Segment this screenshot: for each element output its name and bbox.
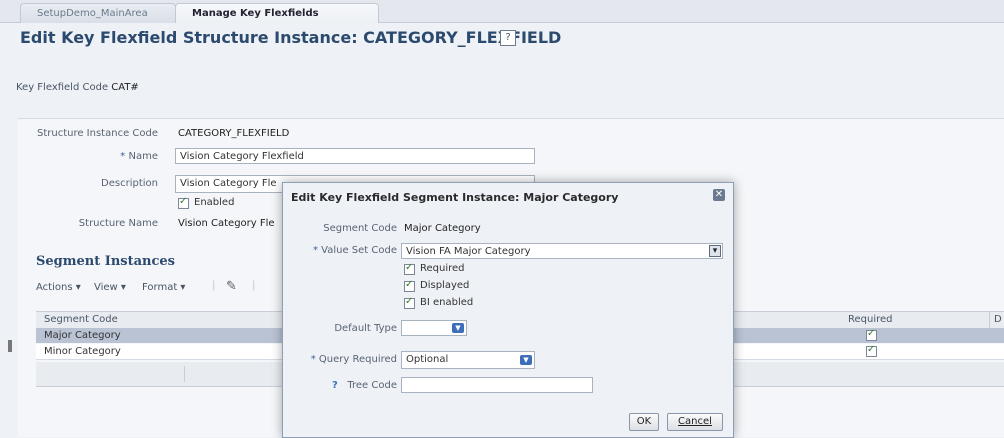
bi-enabled-label: BI enabled <box>420 297 474 308</box>
name-label: * Name <box>120 151 158 162</box>
chevron-down-icon[interactable]: ▼ <box>452 323 464 333</box>
tree-code-field[interactable] <box>401 377 593 393</box>
toolbar-separator: | <box>212 280 216 291</box>
tab-manage-key-flexfields[interactable]: Manage Key Flexfields <box>175 3 379 23</box>
cancel-button[interactable]: Cancel <box>667 413 723 431</box>
bi-enabled-checkbox[interactable] <box>404 296 415 309</box>
required-checkbox[interactable] <box>866 328 877 341</box>
displayed-label: Displayed <box>420 280 470 291</box>
structure-instance-code-value: CATEGORY_FLEXFIELD <box>178 128 290 139</box>
view-menu[interactable]: View ▾ <box>94 282 126 293</box>
default-type-select[interactable]: ▼ <box>401 320 467 336</box>
tab-setupdemo-mainarea[interactable]: SetupDemo_MainArea <box>20 3 176 23</box>
segment-code-label: Segment Code <box>323 223 397 234</box>
segment-code-cell: Major Category <box>44 330 121 341</box>
segment-code-value: Major Category <box>404 223 481 234</box>
help-icon[interactable]: ? <box>500 30 516 46</box>
key-flexfield-code-label: Key Flexfield Code <box>16 82 109 93</box>
enabled-checkbox[interactable] <box>178 196 189 209</box>
required-checkbox[interactable] <box>404 262 415 275</box>
segment-instances-title: Segment Instances <box>36 254 175 269</box>
format-menu[interactable]: Format ▾ <box>142 282 185 293</box>
default-type-label: Default Type <box>334 323 397 334</box>
query-required-select[interactable]: Optional ▼ <box>401 351 535 369</box>
edit-pencil-icon[interactable]: ✎ <box>226 279 237 294</box>
value-set-code-field[interactable]: Vision FA Major Category ▾ <box>401 243 723 259</box>
column-divider <box>184 366 185 382</box>
edit-segment-dialog: Edit Key Flexfield Segment Instance: Maj… <box>282 182 734 438</box>
dialog-title: Edit Key Flexfield Segment Instance: Maj… <box>291 191 619 204</box>
structure-instance-code-label: Structure Instance Code <box>36 128 158 139</box>
ok-button[interactable]: OK <box>629 413 659 431</box>
chevron-down-icon[interactable]: ▼ <box>520 355 532 365</box>
page-title: Edit Key Flexfield Structure Instance: C… <box>20 28 562 47</box>
close-icon[interactable]: ✕ <box>713 189 725 201</box>
segment-code-cell: Minor Category <box>44 346 121 357</box>
description-label: Description <box>101 178 158 189</box>
column-required[interactable]: Required <box>848 312 893 328</box>
key-flexfield-code-value: CAT# <box>111 82 139 93</box>
splitter-handle[interactable] <box>8 340 12 352</box>
chevron-down-icon[interactable]: ▾ <box>709 245 721 257</box>
structure-name-value: Vision Category Fle <box>178 218 275 229</box>
displayed-checkbox[interactable] <box>404 279 415 292</box>
toolbar-separator: | <box>252 280 256 291</box>
name-field[interactable]: Vision Category Flexfield <box>175 148 535 164</box>
column-segment-code[interactable]: Segment Code <box>44 312 118 328</box>
query-required-label: * Query Required <box>310 354 397 365</box>
actions-menu[interactable]: Actions ▾ <box>36 282 81 293</box>
enabled-label: Enabled <box>194 197 235 208</box>
column-d[interactable]: D <box>989 312 1002 328</box>
key-flexfield-code: Key Flexfield Code CAT# <box>16 82 139 93</box>
value-set-code-label: * Value Set Code <box>312 245 397 256</box>
structure-name-label: Structure Name <box>78 218 158 229</box>
help-icon[interactable]: ? <box>332 380 338 391</box>
required-label: Required <box>420 263 465 274</box>
required-checkbox[interactable] <box>866 344 877 357</box>
tree-code-label: ? Tree Code <box>332 380 397 391</box>
